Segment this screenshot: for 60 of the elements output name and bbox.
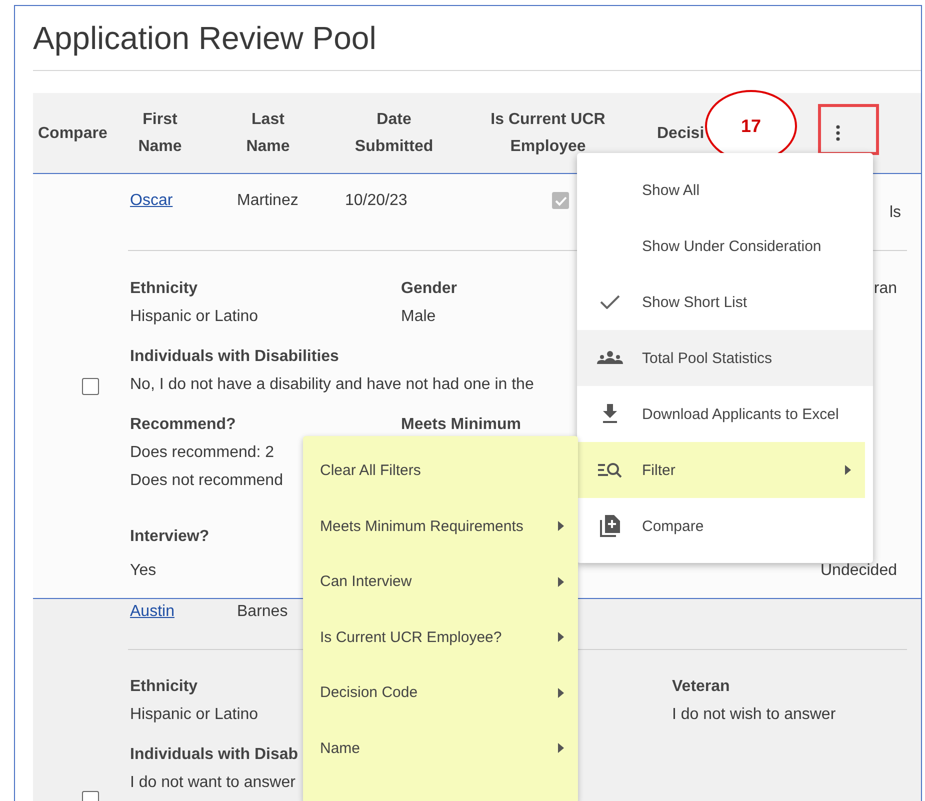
column-header: Decisi bbox=[657, 124, 704, 144]
field-value: ran bbox=[874, 279, 898, 299]
menu-item[interactable]: Show All bbox=[577, 162, 873, 218]
checkbox[interactable] bbox=[552, 192, 569, 209]
field-label: Meets Minimum bbox=[401, 415, 522, 435]
column-header: First Name bbox=[138, 110, 182, 157]
caret-right-icon bbox=[558, 632, 564, 642]
field-label: Individuals with Disabilities bbox=[130, 347, 339, 367]
menu-item[interactable]: Decision Code bbox=[303, 665, 578, 720]
document-add-icon bbox=[600, 515, 620, 537]
page-title: Application Review Pool bbox=[33, 19, 378, 58]
menu-item[interactable]: Name bbox=[303, 720, 578, 776]
caret-right-icon bbox=[558, 521, 564, 532]
check-icon bbox=[554, 196, 566, 206]
field-value: I do not want to answer bbox=[130, 773, 296, 793]
caret-right-icon bbox=[558, 688, 564, 698]
column-header: Compare bbox=[38, 124, 108, 144]
people-group-icon bbox=[596, 351, 622, 365]
field-label: Individuals with Disab bbox=[130, 745, 298, 765]
menu-item[interactable]: Show Short List bbox=[577, 274, 873, 330]
menu-item[interactable]: Download Applicants to Excel bbox=[577, 386, 873, 442]
column-header: Is Current UCR Employee bbox=[490, 110, 606, 157]
menu-item[interactable]: Is Current UCR Employee? bbox=[303, 610, 578, 665]
field-value: Hispanic or Latino bbox=[130, 307, 258, 327]
cell-text: ls bbox=[889, 204, 902, 222]
caret-right-icon bbox=[845, 465, 851, 475]
field-label: Ethnicity bbox=[130, 279, 198, 299]
menu-item[interactable]: Total Pool Statistics bbox=[577, 330, 873, 386]
field-value: Hispanic or Latino bbox=[130, 705, 258, 725]
menu-item[interactable]: Show Under Consideration bbox=[577, 218, 873, 274]
date-submitted: 10/20/23 bbox=[345, 192, 408, 210]
field-value: Undecided bbox=[820, 561, 898, 581]
field-value: No, I do not have a disability and have not had one in the bbox=[130, 375, 534, 395]
caret-right-icon bbox=[558, 743, 564, 754]
field-label: Recommend? bbox=[130, 415, 236, 435]
download-icon bbox=[602, 404, 618, 424]
menu-item[interactable]: Meets Minimum Requirements bbox=[303, 498, 578, 554]
field-value: Male bbox=[401, 307, 436, 327]
menu-item[interactable]: Clear All Filters bbox=[303, 443, 578, 498]
column-header: Last Name bbox=[246, 110, 290, 157]
menu-item[interactable]: Filter bbox=[577, 442, 865, 498]
caret-right-icon bbox=[558, 576, 564, 587]
last-name: Martinez bbox=[237, 192, 300, 210]
checkbox[interactable] bbox=[82, 378, 99, 394]
more-vertical-icon bbox=[836, 125, 840, 141]
field-label: Interview? bbox=[130, 527, 210, 547]
last-name: Barnes bbox=[237, 603, 289, 621]
first-name-link[interactable]: Austin bbox=[128, 603, 237, 621]
field-value: Yes bbox=[130, 561, 156, 581]
column-header: Date Submitted bbox=[354, 110, 434, 157]
field-value: Does recommend: 2 bbox=[130, 443, 274, 463]
field-label: Gender bbox=[401, 279, 458, 299]
first-name-link[interactable]: Oscar bbox=[128, 192, 237, 210]
field-label: Ethnicity bbox=[130, 677, 198, 697]
menu-item[interactable]: Can Interview bbox=[303, 554, 578, 610]
field-value: I do not wish to answer bbox=[672, 705, 836, 725]
field-value: Does not recommend bbox=[130, 471, 283, 491]
filter-search-icon bbox=[598, 461, 622, 479]
menu-item[interactable]: Compare bbox=[577, 498, 873, 554]
field-label: Veteran bbox=[672, 677, 730, 697]
